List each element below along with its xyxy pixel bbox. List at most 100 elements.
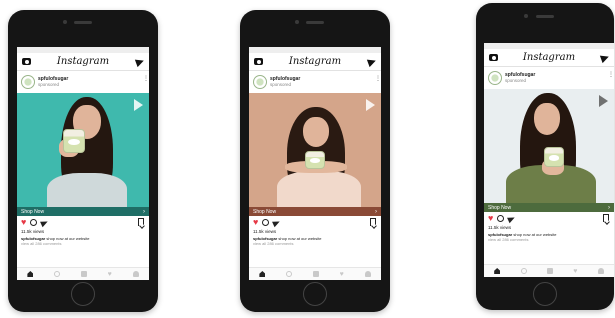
bottom-nav: ♥	[249, 267, 381, 280]
profile-icon[interactable]	[132, 271, 139, 277]
phone-mockup-2: Instagram spfulofsugar sponsored ⋮ Shop …	[240, 10, 390, 312]
screen: Instagram spfulofsugar sponsored ⋮ Shop …	[17, 47, 149, 280]
instagram-header: Instagram	[484, 49, 614, 67]
phone-mockup-1: Instagram spfulofsugar sponsored ⋮ Shop …	[8, 10, 158, 312]
camera-icon[interactable]	[22, 58, 31, 65]
phone-mockup-3: Instagram spfulofsugar sponsored ⋮ Shop …	[476, 3, 614, 310]
play-icon[interactable]	[134, 99, 143, 111]
send-icon[interactable]	[366, 56, 378, 68]
send-icon[interactable]	[134, 56, 146, 68]
bookmark-icon[interactable]	[370, 218, 376, 226]
screen: Instagram spfulofsugar sponsored ⋮ Shop …	[484, 43, 614, 277]
post-photo[interactable]	[249, 93, 381, 207]
instagram-header: Instagram	[17, 53, 149, 71]
heart-icon[interactable]: ♥	[21, 218, 26, 227]
post-photo[interactable]	[484, 89, 614, 203]
more-icon[interactable]: ⋮	[375, 76, 381, 82]
product-jar	[63, 129, 85, 153]
bookmark-icon[interactable]	[603, 214, 609, 222]
add-post-icon[interactable]	[80, 271, 87, 277]
heart-icon[interactable]: ♥	[488, 214, 493, 223]
search-icon[interactable]	[286, 271, 293, 277]
views-count: 11.5k views	[488, 225, 512, 230]
chevron-right-icon: ›	[608, 204, 610, 211]
home-icon[interactable]	[494, 268, 501, 274]
product-jar	[305, 151, 325, 169]
view-comments-link[interactable]: view all 286 comments	[17, 241, 149, 246]
post-header: spfulofsugar sponsored ⋮	[484, 67, 614, 89]
heart-icon[interactable]: ♥	[253, 218, 258, 227]
shirt	[277, 171, 361, 207]
view-comments-link[interactable]: view all 286 comments	[484, 237, 614, 242]
avatar[interactable]	[21, 75, 35, 89]
views-count: 11.5k views	[253, 229, 277, 234]
activity-icon[interactable]: ♥	[108, 271, 112, 278]
more-icon[interactable]: ⋮	[608, 72, 614, 78]
front-camera	[295, 20, 299, 24]
front-camera	[524, 14, 528, 18]
shop-now-label: Shop Now	[488, 204, 512, 211]
product-jar	[544, 147, 564, 167]
play-icon[interactable]	[599, 95, 608, 107]
face	[303, 117, 329, 147]
shop-now-bar[interactable]: Shop Now ›	[17, 207, 149, 216]
app-logo: Instagram	[522, 52, 576, 63]
bottom-nav: ♥	[484, 264, 614, 277]
view-comments-link[interactable]: view all 286 comments	[249, 241, 381, 246]
activity-icon[interactable]: ♥	[573, 268, 577, 275]
speaker	[306, 21, 324, 24]
instagram-header: Instagram	[249, 53, 381, 71]
app-logo: Instagram	[56, 56, 110, 67]
comment-icon[interactable]	[262, 219, 270, 226]
search-icon[interactable]	[54, 271, 61, 277]
post-header: spfulofsugar sponsored ⋮	[17, 71, 149, 93]
add-post-icon[interactable]	[546, 268, 553, 274]
face	[534, 103, 560, 135]
play-icon[interactable]	[366, 99, 375, 111]
camera-icon[interactable]	[489, 54, 498, 61]
send-icon[interactable]	[599, 52, 611, 64]
home-icon[interactable]	[27, 271, 34, 277]
post-actions: ♥	[484, 212, 614, 225]
home-button[interactable]	[533, 282, 557, 306]
post-actions: ♥	[249, 216, 381, 229]
sponsored-label: sponsored	[38, 81, 60, 87]
share-icon[interactable]	[40, 218, 50, 227]
bottom-nav: ♥	[17, 267, 149, 280]
shop-now-bar[interactable]: Shop Now ›	[484, 203, 614, 212]
screen: Instagram spfulofsugar sponsored ⋮ Shop …	[249, 47, 381, 280]
comment-icon[interactable]	[30, 219, 38, 226]
shop-now-bar[interactable]: Shop Now ›	[249, 207, 381, 216]
chevron-right-icon: ›	[375, 208, 377, 215]
shop-now-label: Shop Now	[253, 208, 277, 215]
speaker	[74, 21, 92, 24]
share-icon[interactable]	[507, 214, 517, 223]
home-button[interactable]	[71, 282, 95, 306]
add-post-icon[interactable]	[312, 271, 319, 277]
search-icon[interactable]	[520, 268, 527, 274]
share-icon[interactable]	[272, 218, 282, 227]
comment-icon[interactable]	[497, 215, 505, 222]
sponsored-label: sponsored	[270, 81, 292, 87]
post-username[interactable]: spfulofsugar	[270, 76, 300, 82]
shop-now-label: Shop Now	[21, 208, 45, 215]
bookmark-icon[interactable]	[138, 218, 144, 226]
avatar[interactable]	[488, 71, 502, 85]
sponsored-label: sponsored	[505, 77, 527, 83]
profile-icon[interactable]	[364, 271, 371, 277]
post-username[interactable]: spfulofsugar	[505, 72, 535, 78]
profile-icon[interactable]	[597, 268, 604, 274]
home-icon[interactable]	[259, 271, 266, 277]
post-username[interactable]: spfulofsugar	[38, 76, 68, 82]
front-camera	[63, 20, 67, 24]
post-photo[interactable]	[17, 93, 149, 207]
home-button[interactable]	[303, 282, 327, 306]
chevron-right-icon: ›	[143, 208, 145, 215]
speaker	[536, 15, 554, 18]
shirt	[47, 173, 127, 207]
views-count: 11.5k views	[21, 229, 45, 234]
camera-icon[interactable]	[254, 58, 263, 65]
more-icon[interactable]: ⋮	[143, 76, 149, 82]
activity-icon[interactable]: ♥	[340, 271, 344, 278]
avatar[interactable]	[253, 75, 267, 89]
